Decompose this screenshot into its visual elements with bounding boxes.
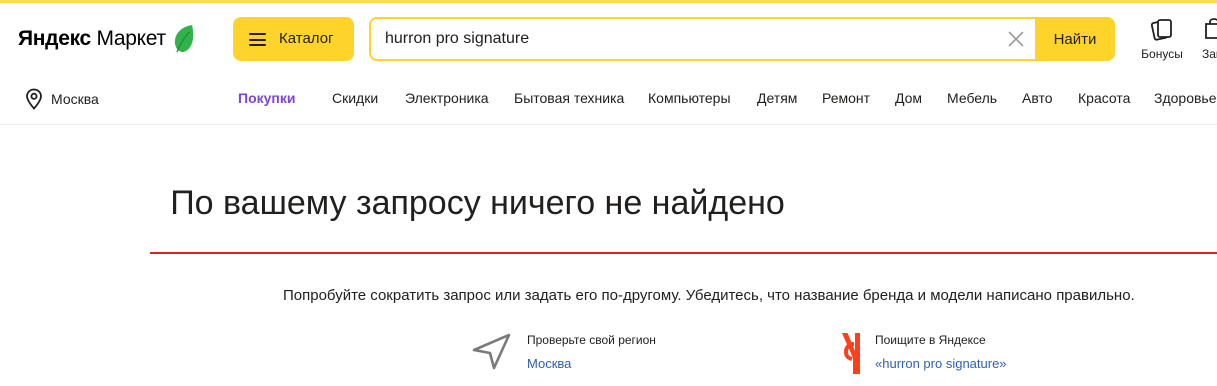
region-selector[interactable]: Москва: [25, 88, 99, 110]
nav-item-repair[interactable]: Ремонт: [822, 90, 870, 106]
bonus-cards-icon: [1150, 19, 1172, 41]
bonus-label: Бонусы: [1141, 47, 1183, 61]
catalog-button[interactable]: Каталог: [233, 17, 354, 61]
location-pin-icon: [26, 88, 42, 110]
search-bar: Найти: [369, 17, 1115, 61]
nav-item-kids[interactable]: Детям: [757, 90, 797, 106]
nav-item-furniture[interactable]: Мебель: [947, 90, 997, 106]
clear-icon[interactable]: [1007, 30, 1025, 48]
menu-icon: [249, 33, 266, 46]
nav-item-pokupki[interactable]: Покупки: [238, 90, 295, 106]
yandex-logo-icon: [842, 333, 860, 374]
nav-item-auto[interactable]: Авто: [1022, 90, 1053, 106]
header: Яндекс Маркет Каталог Найти Бонусы Заказ…: [0, 3, 1217, 73]
nav-item-computers[interactable]: Компьютеры: [648, 90, 731, 106]
nav-item-appliances[interactable]: Бытовая техника: [514, 90, 624, 106]
nav-item-skidki[interactable]: Скидки: [332, 90, 378, 106]
region-label: Москва: [51, 91, 99, 107]
nav-item-home[interactable]: Дом: [895, 90, 922, 106]
tip-title: Поищите в Яндексе: [875, 333, 986, 347]
leaf-icon: [174, 25, 193, 53]
category-nav: Москва Покупки Скидки Электроника Бытова…: [0, 73, 1217, 125]
search-button[interactable]: Найти: [1035, 17, 1115, 61]
red-divider: [150, 252, 1217, 254]
orders-box-icon: [1205, 18, 1217, 39]
search-input[interactable]: [385, 19, 1005, 59]
catalog-label: Каталог: [279, 30, 334, 47]
nav-item-electronics[interactable]: Электроника: [405, 90, 489, 106]
nav-item-health[interactable]: Здоровье: [1154, 90, 1217, 106]
orders-link[interactable]: Заказы: [1196, 17, 1217, 65]
navigation-arrow-icon: [472, 333, 511, 370]
yandex-search-link[interactable]: «hurron pro signature»: [875, 356, 1007, 371]
logo-text: Яндекс Маркет: [18, 27, 166, 50]
region-link[interactable]: Москва: [527, 356, 571, 371]
yandex-market-logo[interactable]: Яндекс Маркет: [18, 23, 196, 55]
tip-title: Проверьте свой регион: [527, 333, 656, 347]
orders-label: Заказы: [1202, 47, 1217, 61]
no-results-title: По вашему запросу ничего не найдено: [170, 184, 785, 222]
nav-item-beauty[interactable]: Красота: [1078, 90, 1130, 106]
no-results-hint: Попробуйте сократить запрос или задать е…: [283, 287, 1135, 304]
bonus-link[interactable]: Бонусы: [1136, 17, 1188, 65]
